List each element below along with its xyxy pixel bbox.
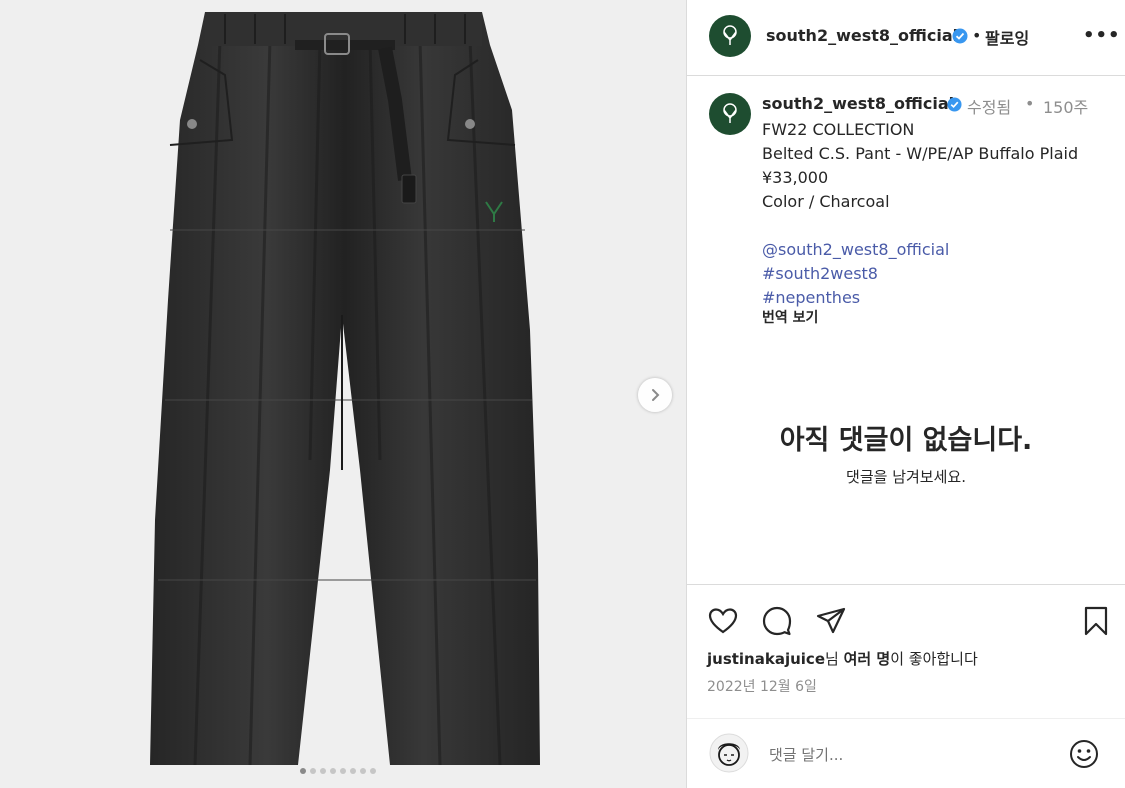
post-side-panel: south2_west8_official • 팔로잉 ••• south2_w…: [687, 0, 1125, 788]
caption-line: Color / Charcoal: [762, 192, 890, 211]
carousel-dot: [330, 768, 336, 774]
author-avatar[interactable]: [709, 15, 751, 57]
post-media: [0, 0, 687, 788]
edited-label: 수정됨: [967, 98, 1012, 117]
more-options-button[interactable]: •••: [1083, 25, 1121, 46]
author-username[interactable]: south2_west8_official: [766, 26, 958, 45]
likes-others-link[interactable]: 여러 명: [844, 650, 891, 668]
verified-badge-icon: [952, 28, 968, 44]
caption-text: FW22 COLLECTION Belted C.S. Pant - W/PE/…: [762, 118, 1078, 310]
carousel-dot: [370, 768, 376, 774]
following-button[interactable]: 팔로잉: [985, 25, 1029, 49]
empty-comments-title: 아직 댓글이 없습니다.: [779, 425, 1033, 456]
smiley-icon[interactable]: [1068, 738, 1100, 770]
caption-line: Belted C.S. Pant - W/PE/AP Buffalo Plaid: [762, 144, 1079, 163]
comment-input[interactable]: [767, 742, 1061, 768]
caption-author-avatar[interactable]: [709, 93, 751, 135]
follow-separator: •: [972, 26, 982, 45]
empty-comments-subtitle: 댓글을 남겨보세요.: [846, 468, 966, 486]
paper-plane-icon[interactable]: [815, 605, 847, 637]
caption-line: FW22 COLLECTION: [762, 120, 915, 139]
post-header: south2_west8_official • 팔로잉 •••: [687, 0, 1125, 76]
likes-text: 님: [825, 650, 844, 668]
carousel-dot: [360, 768, 366, 774]
carousel-indicator: [300, 768, 376, 774]
liker-username[interactable]: justinakajuice: [707, 650, 825, 668]
deer-logo-icon: [723, 25, 737, 45]
carousel-dot: [310, 768, 316, 774]
comment-divider: [687, 718, 1125, 719]
bookmark-icon[interactable]: [1080, 605, 1112, 637]
caption-username[interactable]: south2_west8_official: [762, 94, 954, 113]
carousel-dot: [350, 768, 356, 774]
heart-icon[interactable]: [707, 605, 739, 637]
chevron-right-icon: [652, 389, 660, 401]
carousel-next-button[interactable]: [638, 378, 672, 412]
user-avatar[interactable]: [709, 733, 749, 773]
hashtag-link[interactable]: #south2west8: [762, 262, 1078, 286]
verified-badge-icon: [947, 97, 962, 112]
post-date: 2022년 12월 6일: [707, 679, 817, 695]
carousel-dot: [320, 768, 326, 774]
carousel-dot: [340, 768, 346, 774]
mention-link[interactable]: @south2_west8_official: [762, 238, 1078, 262]
likes-text: 이 좋아합니다: [890, 650, 978, 668]
comment-bubble-icon[interactable]: [761, 605, 793, 637]
translate-button[interactable]: 번역 보기: [762, 307, 818, 327]
carousel-dot: [300, 768, 306, 774]
deer-logo-icon: [723, 103, 737, 123]
caption-line: ¥33,000: [762, 168, 829, 187]
time-separator: •: [1025, 94, 1035, 113]
actions-divider: [687, 584, 1125, 585]
product-image-pants: [150, 12, 540, 766]
likes-summary: justinakajuice님 여러 명이 좋아합니다: [707, 648, 978, 669]
post-time-ago[interactable]: 150주: [1043, 94, 1088, 118]
